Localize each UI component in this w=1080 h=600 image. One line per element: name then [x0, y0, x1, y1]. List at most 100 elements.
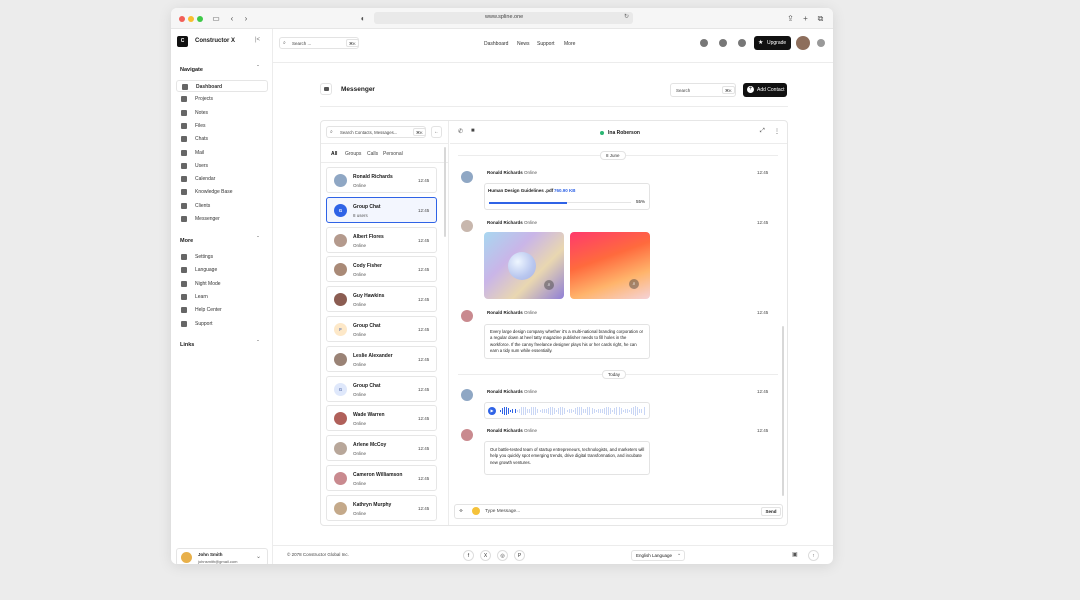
emoji-icon[interactable] [472, 507, 480, 515]
tabs-overview-icon[interactable]: ⧉ [816, 13, 825, 24]
chevron-up-icon[interactable]: ˆ [257, 66, 259, 72]
contact-item[interactable]: Cody Fisher Online 12:45 [326, 256, 437, 283]
expand-icon[interactable]: ⤢ [760, 128, 765, 135]
user-profile-card[interactable]: John Smith johnsmith@gmail.com ⌄ [176, 548, 268, 564]
sidebar-item-help-center[interactable]: Help Center [176, 304, 268, 316]
sidebar-item-notes[interactable]: Notes [176, 107, 268, 119]
contact-item[interactable]: Arlene McCoy Online 12:45 [326, 435, 437, 462]
share-icon[interactable]: ⇪ [786, 13, 795, 24]
file-attachment[interactable]: Human Design Guidelines .pdf 760.90 KB 5… [484, 183, 650, 210]
play-icon[interactable]: ▶ [488, 407, 496, 415]
contact-item[interactable]: Guy Hawkins Online 12:45 [326, 286, 437, 313]
collapse-sidebar-icon[interactable]: |< [255, 37, 260, 43]
scrollbar[interactable] [782, 326, 784, 496]
file-size: 760.90 KB [554, 188, 576, 193]
contact-item[interactable]: Albert Flores Online 12:45 [326, 226, 437, 253]
avatar[interactable] [796, 36, 810, 50]
sidebar-item-label: Users [195, 162, 209, 169]
image-attachment[interactable]: ⌕ [570, 232, 650, 299]
chevron-down-icon[interactable]: ⌄ [256, 553, 261, 560]
search-input[interactable]: ⌕ Search ... ⌘K [279, 37, 359, 49]
contacts-search-input[interactable]: ⌕ Search Contacts, Messages... ⌘K [326, 126, 426, 138]
attach-icon[interactable]: ⌯ [459, 508, 463, 514]
sidebar-item-dashboard[interactable]: Dashboard [176, 80, 268, 92]
page-title: Messenger [341, 86, 375, 93]
top-link-dashboard[interactable]: Dashboard [484, 41, 508, 47]
waveform-bar [576, 407, 578, 415]
brand-name: Constructor X [195, 38, 236, 44]
top-link-more[interactable]: More [564, 41, 575, 47]
gear-icon[interactable] [738, 39, 746, 47]
contact-item[interactable]: Cameron Williamson Online 12:45 [326, 465, 437, 491]
pinterest-icon[interactable]: P [514, 550, 525, 561]
message-input[interactable]: ⌯ Type Message... Send [454, 504, 783, 519]
zoom-icon[interactable]: ⌕ [629, 279, 639, 289]
contact-item[interactable]: Leslie Alexander Online 12:45 [326, 345, 437, 372]
sidebar-item-language[interactable]: Language [176, 264, 268, 276]
sidebar-item-projects[interactable]: Projects [176, 93, 268, 105]
sidebar-item-learn[interactable]: Learn [176, 291, 268, 303]
facebook-icon[interactable]: f [463, 550, 474, 561]
arrow-up-icon[interactable]: ↑ [808, 550, 819, 561]
contact-item[interactable]: Ronald Richards Online 12:45 [326, 167, 437, 193]
chat-icon[interactable]: ▣ [792, 551, 798, 558]
sidebar-item-support[interactable]: Support [176, 318, 268, 330]
contact-item[interactable]: F Group Chat Online 12:45 [326, 316, 437, 342]
address-bar[interactable]: www.spline.one ↻ [374, 12, 633, 24]
image-attachment[interactable]: ⌕ [484, 232, 564, 299]
contact-item[interactable]: Kathryn Murphy Online 12:45 [326, 494, 437, 521]
sidebar-item-knowledge-base[interactable]: Knowledge Base [176, 186, 268, 198]
sidebar-item-calendar[interactable]: Calendar [176, 173, 268, 185]
new-tab-icon[interactable]: + [801, 13, 810, 24]
audio-waveform[interactable] [500, 406, 646, 416]
scrollbar[interactable] [444, 147, 446, 237]
sidebar-item-night-mode[interactable]: Night Mode [176, 278, 268, 290]
top-link-news[interactable]: News [517, 41, 530, 47]
contact-item[interactable]: G Group Chat Online 12:45 [326, 375, 437, 402]
reload-icon[interactable]: ↻ [624, 13, 629, 20]
contact-item[interactable]: G Group Chat 8 users 12:45 [326, 196, 437, 223]
bell-icon[interactable] [700, 39, 708, 47]
add-contact-button[interactable]: + Add Contact [743, 83, 787, 97]
zoom-icon[interactable]: ⌕ [544, 280, 554, 290]
x-icon[interactable]: X [480, 550, 491, 561]
close-icon[interactable] [817, 39, 825, 47]
waveform-bar [527, 408, 529, 414]
back-arrow-icon[interactable]: ← [431, 126, 442, 138]
sidebar-item-files[interactable]: Files [176, 120, 268, 132]
language-select[interactable]: English Language ⌄ [631, 550, 685, 561]
maximize-window-button[interactable] [197, 16, 203, 22]
send-button[interactable]: Send [761, 507, 781, 516]
contact-item[interactable]: Wade Warren Online 12:45 [326, 405, 437, 432]
waveform-bar [589, 406, 591, 416]
chevron-up-icon[interactable]: ˆ [257, 341, 259, 347]
help-icon[interactable] [719, 39, 727, 47]
upgrade-button[interactable]: ★ Upgrade [754, 36, 791, 50]
tab-groups[interactable]: Groups [345, 151, 361, 157]
tab-personal[interactable]: Personal [383, 151, 403, 157]
waveform-bar [529, 408, 531, 414]
sidebar-item-messenger[interactable]: Messenger [176, 213, 268, 225]
chevron-up-icon[interactable]: ˆ [257, 237, 259, 243]
messenger-search-input[interactable]: Search ⌘K [670, 83, 736, 97]
tab-all[interactable]: All [331, 151, 337, 157]
tab-calls[interactable]: Calls [367, 151, 378, 157]
sidebar-item-users[interactable]: Users [176, 160, 268, 172]
top-link-support[interactable]: Support [537, 41, 555, 47]
more-icon[interactable]: ⋮ [774, 128, 780, 135]
instagram-icon[interactable]: ◎ [497, 550, 508, 561]
back-icon[interactable]: ‹ [228, 13, 236, 24]
sidebar-item-mail[interactable]: Mail [176, 147, 268, 159]
sidebar-toggle-icon[interactable]: ▭ [211, 13, 221, 24]
forward-icon[interactable]: › [242, 13, 250, 24]
sidebar-item-settings[interactable]: Settings [176, 251, 268, 263]
sidebar-item-chats[interactable]: Chats [176, 133, 268, 145]
close-window-button[interactable] [179, 16, 185, 22]
video-icon[interactable]: ■ [471, 128, 475, 134]
waveform-bar [560, 406, 562, 416]
shield-icon[interactable]: ◐ [359, 13, 367, 24]
phone-icon[interactable]: ✆ [458, 128, 463, 135]
voice-message[interactable]: ▶ [484, 402, 650, 419]
minimize-window-button[interactable] [188, 16, 194, 22]
sidebar-item-clients[interactable]: Clients [176, 200, 268, 212]
